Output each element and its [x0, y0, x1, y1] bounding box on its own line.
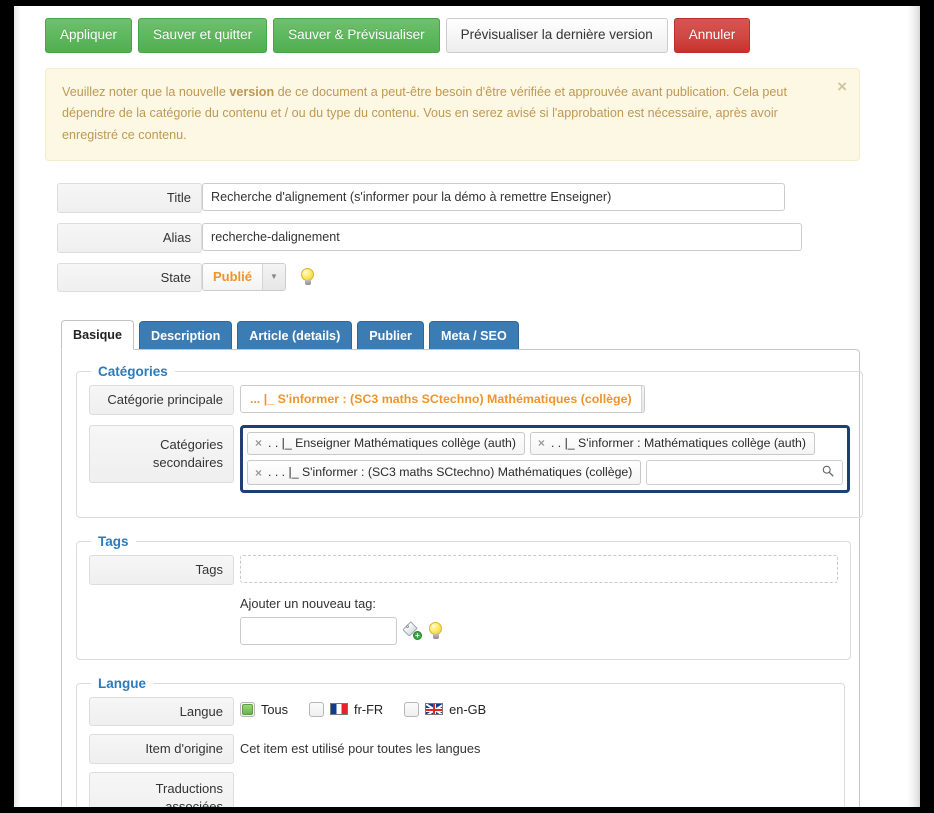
secondary-categories-label-line1: Catégories	[160, 437, 223, 453]
tags-row: Tags	[89, 555, 838, 585]
tags-label-text: Tags	[195, 562, 223, 578]
alias-label-text: Alias	[162, 230, 191, 246]
origin-item-label-text: Item d'origine	[145, 741, 223, 757]
chevron-down-icon[interactable]: ▼	[262, 263, 286, 290]
radio-icon[interactable]	[404, 701, 420, 717]
save-and-close-button[interactable]: Sauver et quitter	[138, 18, 268, 53]
category-chip[interactable]: × . . . |_ S'informer : (SC3 maths SCtec…	[247, 460, 642, 486]
add-new-tag-row: +	[240, 616, 838, 645]
language-radio-group: Tous fr-FR en-GB	[240, 697, 486, 717]
remove-icon[interactable]: ×	[538, 437, 545, 449]
tab-meta-seo[interactable]: Meta / SEO	[428, 321, 519, 350]
right-scroll-gutter[interactable]	[902, 6, 920, 807]
main-category-select[interactable]: ... |_ S'informer : (SC3 maths SCtechno)…	[240, 385, 645, 414]
chevron-down-icon[interactable]: ▼	[640, 386, 644, 413]
secondary-categories-label-line2: secondaires	[152, 454, 223, 470]
window-frame: Appliquer Sauver et quitter Sauver & Pré…	[0, 0, 934, 813]
alert-bold-word: version	[229, 84, 275, 99]
associated-translations-row: Traductions associées	[89, 771, 832, 807]
origin-item-label: Item d'origine	[89, 734, 234, 764]
associated-translations-label-line2: associées	[165, 798, 223, 807]
langue-fieldset: Langue Langue Tous fr-FR en-GB Item d'or…	[76, 675, 845, 807]
lightbulb-icon[interactable]	[300, 267, 315, 286]
secondary-categories-label: Catégories secondaires	[89, 424, 234, 483]
language-label-text: Langue	[179, 703, 223, 719]
state-label: State	[57, 262, 202, 293]
alias-row: Alias	[57, 223, 902, 253]
language-option-en-gb[interactable]: en-GB	[404, 701, 487, 717]
origin-item-value: Cet item est utilisé pour toutes les lan…	[240, 741, 481, 757]
tab-description[interactable]: Description	[139, 321, 233, 350]
main-category-label-text: Catégorie principale	[107, 392, 223, 408]
categories-fieldset: Catégories Catégorie principale ... |_ S…	[76, 364, 863, 519]
origin-item-row: Item d'origine Cet item est utilisé pour…	[89, 734, 832, 764]
flag-gb-icon	[425, 703, 444, 716]
category-chip[interactable]: × . . |_ Enseigner Mathématiques collège…	[247, 431, 525, 456]
state-row: State Publié ▼	[57, 262, 902, 293]
language-label: Langue	[89, 696, 234, 727]
language-option-label: Tous	[261, 701, 289, 717]
category-chip-label: . . |_ S'informer : Mathématiques collèg…	[550, 435, 806, 450]
search-icon	[822, 465, 834, 477]
notice-alert: Veuillez noter que la nouvelle version d…	[45, 67, 860, 162]
radio-icon[interactable]	[240, 701, 255, 717]
top-fields: Title Alias State Publié ▼	[57, 183, 902, 293]
associated-translations-label: Traductions associées	[89, 771, 234, 807]
tags-input-area[interactable]	[240, 555, 838, 584]
main-category-value: ... |_ S'informer : (SC3 maths SCtechno)…	[250, 392, 632, 407]
title-input[interactable]	[202, 183, 785, 212]
tab-basique[interactable]: Basique	[61, 320, 134, 351]
remove-icon[interactable]: ×	[255, 437, 262, 449]
alias-label: Alias	[57, 223, 202, 253]
language-option-tous[interactable]: Tous	[240, 701, 289, 717]
language-row: Langue Tous fr-FR en-GB	[89, 696, 832, 727]
lightbulb-icon[interactable]	[428, 621, 443, 640]
add-tag-icon[interactable]: +	[402, 621, 422, 641]
preview-latest-version-button[interactable]: Prévisualiser la dernière version	[445, 18, 668, 53]
page-surface: Appliquer Sauver et quitter Sauver & Pré…	[14, 6, 920, 807]
title-label: Title	[57, 183, 202, 214]
title-row: Title	[57, 183, 902, 214]
left-edge-shadow	[14, 6, 21, 807]
remove-icon[interactable]: ×	[255, 467, 262, 479]
main-category-row: Catégorie principale ... |_ S'informer :…	[89, 385, 850, 415]
new-tag-input[interactable]	[240, 616, 397, 645]
state-select[interactable]: Publié ▼	[202, 262, 287, 291]
language-option-fr-fr[interactable]: fr-FR	[309, 701, 384, 717]
apply-button[interactable]: Appliquer	[45, 18, 133, 53]
toolbar: Appliquer Sauver et quitter Sauver & Pré…	[21, 18, 902, 53]
flag-fr-icon	[330, 703, 349, 716]
tags-legend: Tags	[98, 534, 129, 550]
state-label-text: State	[160, 269, 191, 285]
category-search-input[interactable]	[646, 460, 843, 486]
alias-input[interactable]	[202, 223, 802, 252]
secondary-categories-row: Catégories secondaires × . . |_ Enseigne…	[89, 424, 850, 494]
associated-translations-label-line1: Traductions	[155, 781, 223, 797]
state-selected-value: Publié	[213, 269, 253, 285]
tags-label: Tags	[89, 555, 234, 585]
alert-text-part1: Veuillez noter que la nouvelle	[62, 84, 230, 99]
radio-icon[interactable]	[309, 701, 325, 717]
category-chip-label: . . |_ Enseigner Mathématiques collège (…	[268, 435, 516, 450]
category-chip-label: . . . |_ S'informer : (SC3 maths SCtechn…	[268, 464, 633, 479]
tags-fieldset: Tags Tags Ajouter un nouveau tag: +	[76, 534, 851, 660]
cancel-button[interactable]: Annuler	[673, 18, 751, 53]
secondary-categories-multiselect[interactable]: × . . |_ Enseigner Mathématiques collège…	[240, 424, 850, 494]
main-category-label: Catégorie principale	[89, 385, 234, 415]
tab-bar: Basique Description Article (details) Pu…	[61, 320, 902, 351]
tab-panel-basique: Catégories Catégorie principale ... |_ S…	[61, 349, 863, 807]
save-and-preview-button[interactable]: Sauver & Prévisualiser	[273, 18, 440, 53]
language-option-label: en-GB	[449, 701, 487, 717]
page-content: Appliquer Sauver et quitter Sauver & Pré…	[21, 6, 902, 807]
language-option-label: fr-FR	[354, 701, 384, 717]
categories-legend: Catégories	[98, 364, 168, 380]
category-chip[interactable]: × . . |_ S'informer : Mathématiques coll…	[529, 431, 815, 456]
add-new-tag-label: Ajouter un nouveau tag:	[240, 595, 376, 611]
title-label-text: Title	[166, 190, 191, 206]
langue-legend: Langue	[98, 675, 147, 691]
tab-article-details[interactable]: Article (details)	[237, 321, 353, 350]
tab-publier[interactable]: Publier	[357, 321, 424, 350]
close-icon[interactable]: ×	[837, 78, 847, 95]
